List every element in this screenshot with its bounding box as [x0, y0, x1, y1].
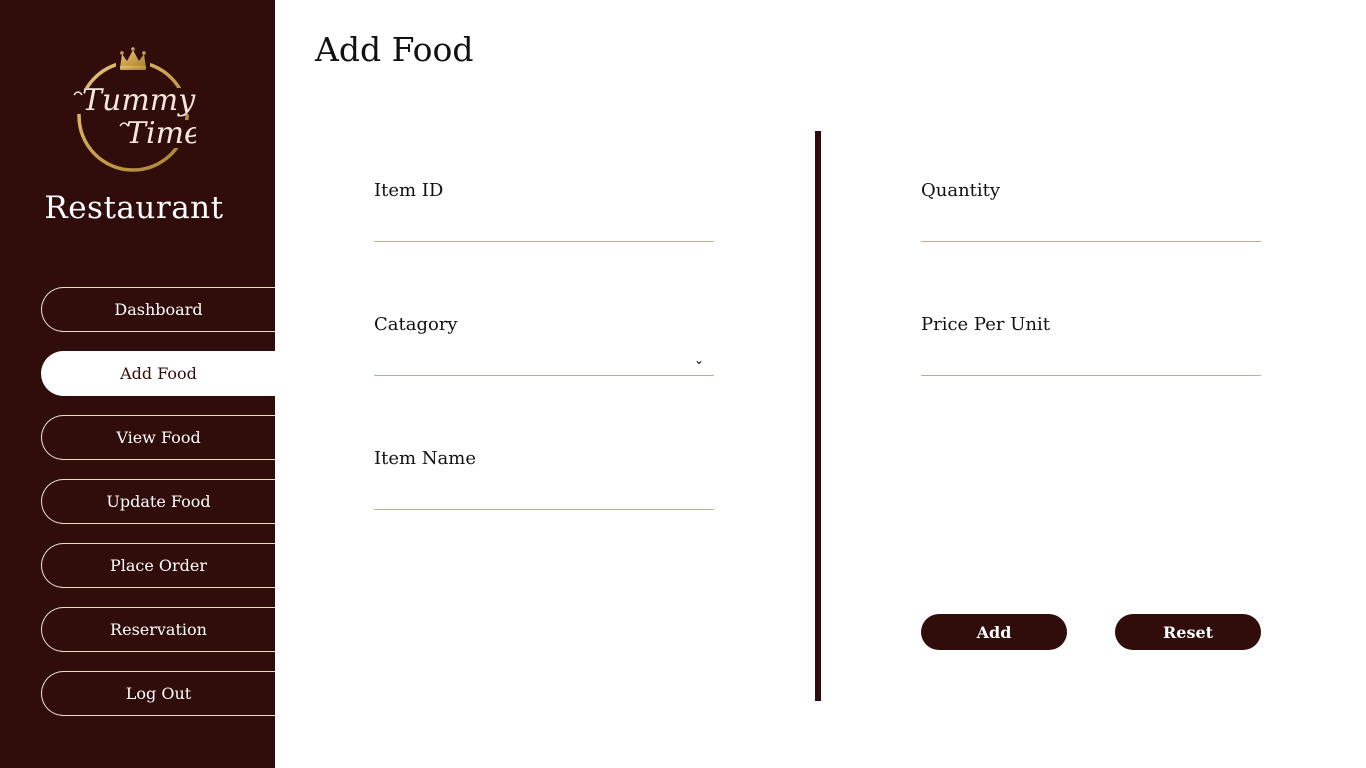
- app-window: Tummy Time Restaurant Dashboard Add Food…: [0, 0, 1366, 768]
- svg-text:Tummy: Tummy: [82, 83, 196, 118]
- price-per-unit-label: Price Per Unit: [921, 314, 1050, 335]
- item-name-field-group: Item Name: [374, 448, 714, 510]
- item-name-input[interactable]: [374, 480, 714, 510]
- crown-icon: [120, 47, 146, 70]
- sidebar-nav: Dashboard Add Food View Food Update Food…: [41, 287, 275, 735]
- price-per-unit-input[interactable]: [921, 346, 1261, 376]
- sidebar-item-log-out[interactable]: Log Out: [41, 671, 275, 716]
- item-id-input[interactable]: [374, 212, 714, 242]
- sidebar-item-dashboard[interactable]: Dashboard: [41, 287, 275, 332]
- sidebar-item-add-food[interactable]: Add Food: [41, 351, 275, 396]
- sidebar: Tummy Time Restaurant Dashboard Add Food…: [0, 0, 275, 768]
- category-select[interactable]: [374, 346, 714, 376]
- tummy-time-logo: Tummy Time: [70, 40, 196, 176]
- brand-name: Restaurant: [44, 190, 224, 226]
- category-label: Catagory: [374, 314, 458, 335]
- chevron-down-icon[interactable]: ⌄: [694, 354, 704, 366]
- sidebar-item-update-food[interactable]: Update Food: [41, 479, 275, 524]
- sidebar-item-view-food[interactable]: View Food: [41, 415, 275, 460]
- reset-button[interactable]: Reset: [1115, 614, 1261, 650]
- column-divider: [815, 131, 821, 701]
- page-title: Add Food: [315, 30, 474, 69]
- category-field-group: Catagory ⌄: [374, 314, 714, 376]
- item-id-field-group: Item ID: [374, 180, 714, 242]
- sidebar-item-place-order[interactable]: Place Order: [41, 543, 275, 588]
- svg-text:Time: Time: [126, 116, 196, 151]
- item-name-label: Item Name: [374, 448, 476, 469]
- add-button[interactable]: Add: [921, 614, 1067, 650]
- quantity-label: Quantity: [921, 180, 1001, 201]
- price-per-unit-field-group: Price Per Unit: [921, 314, 1261, 376]
- quantity-field-group: Quantity: [921, 180, 1261, 242]
- sidebar-item-reservation[interactable]: Reservation: [41, 607, 275, 652]
- quantity-input[interactable]: [921, 212, 1261, 242]
- logo-graphic: Tummy Time: [70, 47, 196, 172]
- item-id-label: Item ID: [374, 180, 444, 201]
